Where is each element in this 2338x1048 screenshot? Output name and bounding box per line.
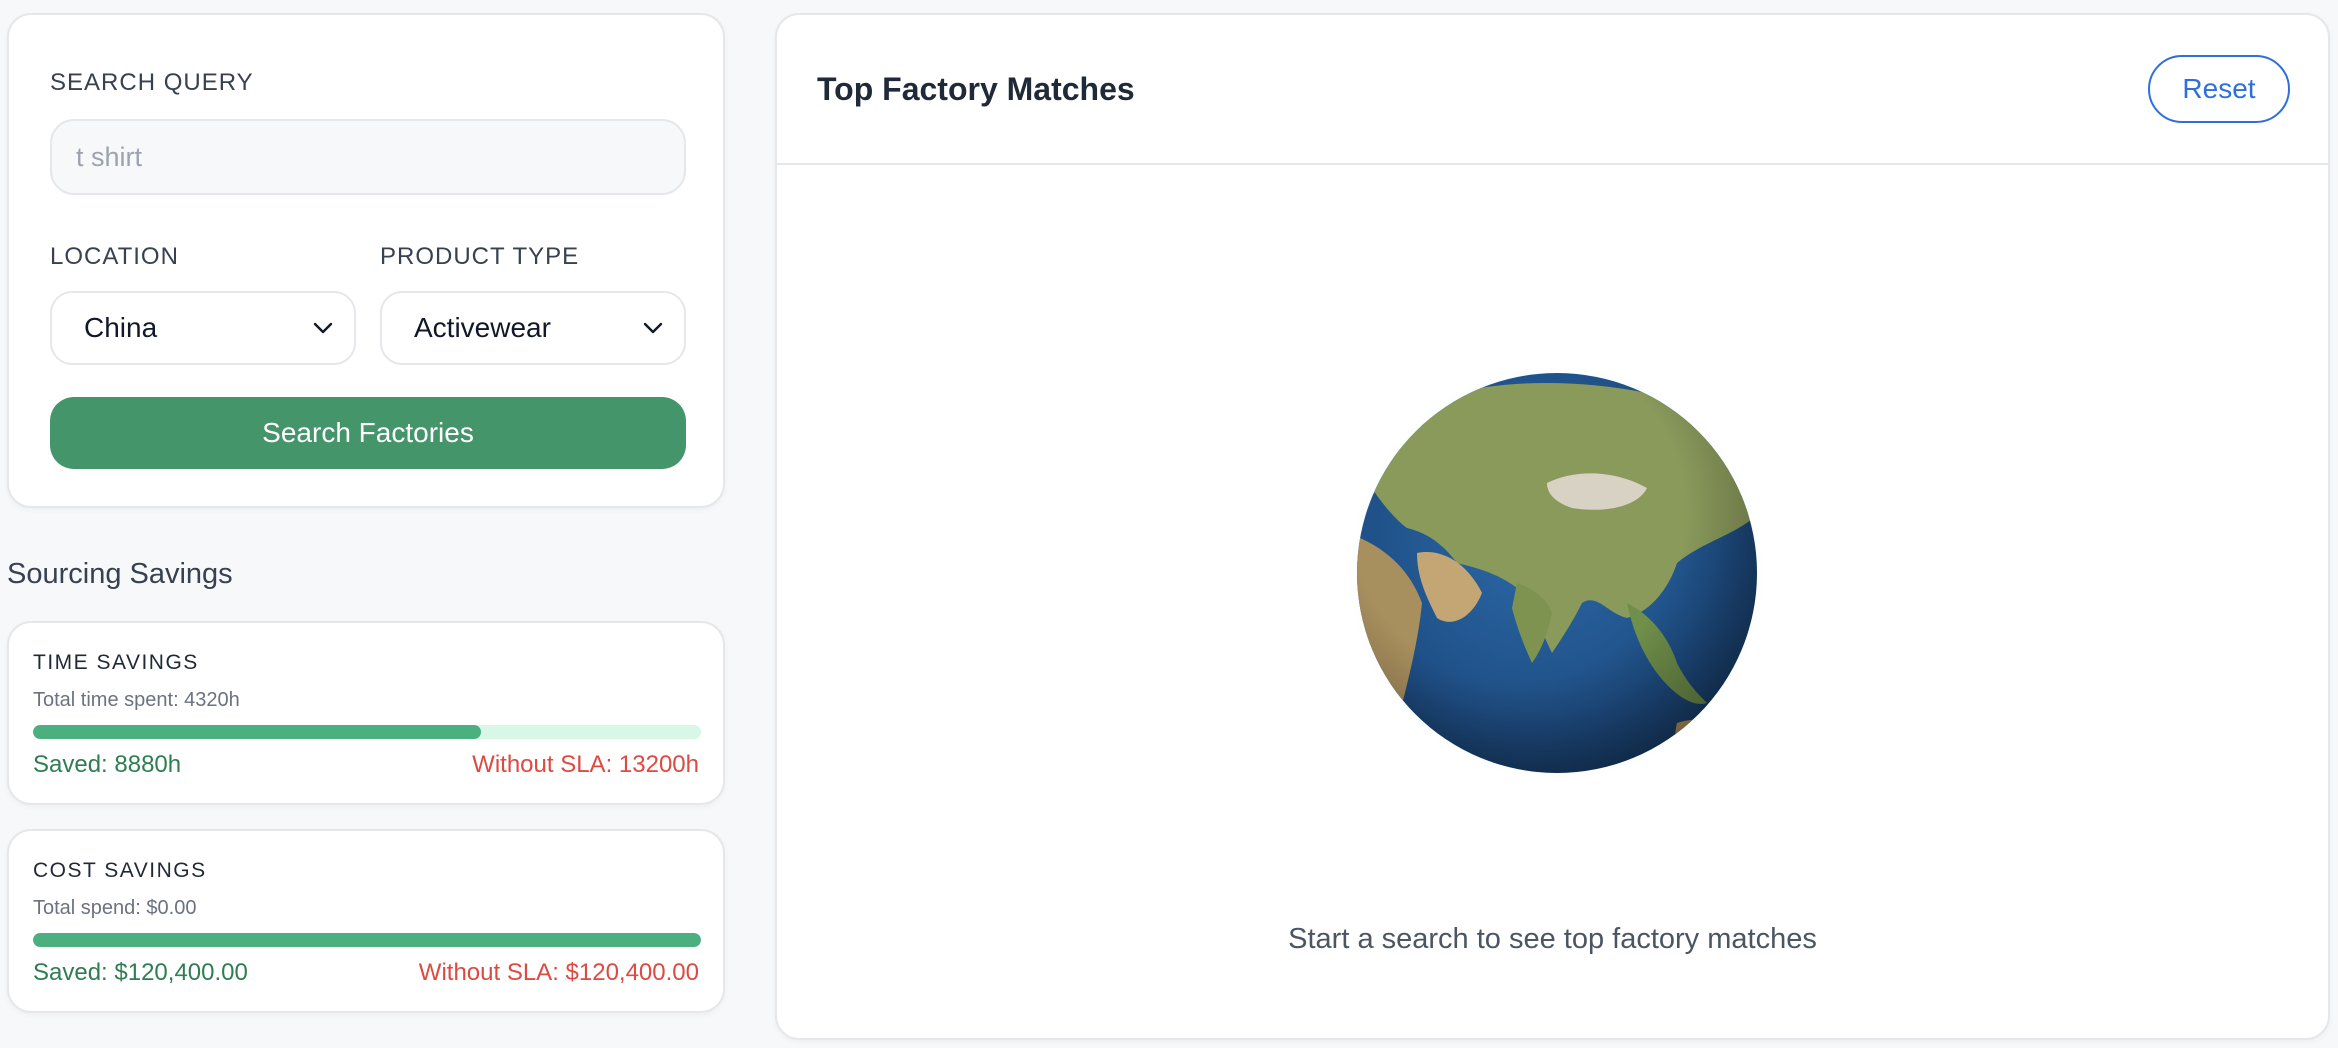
cost-savings-total: Total spend: $0.00 [33,897,197,919]
time-without-sla-value: Without SLA: 13200h [472,751,699,778]
cost-savings-title: COST SAVINGS [33,859,207,882]
reset-button[interactable]: Reset [2148,55,2290,123]
sourcing-savings-title: Sourcing Savings [7,558,233,590]
globe-icon[interactable] [1347,363,1767,783]
time-saved-value: Saved: 8880h [33,751,182,778]
results-panel: Top Factory Matches Reset Start a search… [775,13,2330,1040]
chevron-down-icon [642,317,664,339]
product-type-select-value: Activewear [414,312,551,343]
search-input[interactable] [50,119,686,195]
time-savings-card: TIME SAVINGS Total time spent: 4320h Sav… [7,621,725,805]
time-savings-total: Total time spent: 4320h [33,689,240,711]
time-savings-title: TIME SAVINGS [33,651,199,674]
cost-savings-progress-fill [33,933,701,947]
cost-savings-progress [33,933,701,947]
product-type-select[interactable]: Activewear [380,291,686,365]
time-savings-progress-fill [33,725,481,739]
location-select[interactable]: China [50,291,356,365]
results-header: Top Factory Matches Reset [777,15,2328,165]
search-query-label: SEARCH QUERY [50,69,254,96]
results-title: Top Factory Matches [817,71,1135,107]
cost-savings-card: COST SAVINGS Total spend: $0.00 Saved: $… [7,829,725,1013]
search-factories-button[interactable]: Search Factories [50,397,686,469]
search-panel: SEARCH QUERY LOCATION PRODUCT TYPE China… [7,13,725,508]
location-select-value: China [84,312,158,343]
chevron-down-icon [312,317,334,339]
cost-saved-value: Saved: $120,400.00 [33,959,248,986]
product-type-label: PRODUCT TYPE [380,243,580,270]
location-label: LOCATION [50,243,179,270]
time-savings-progress [33,725,701,739]
cost-without-sla-value: Without SLA: $120,400.00 [418,959,699,986]
empty-state-message: Start a search to see top factory matche… [1288,923,1817,955]
